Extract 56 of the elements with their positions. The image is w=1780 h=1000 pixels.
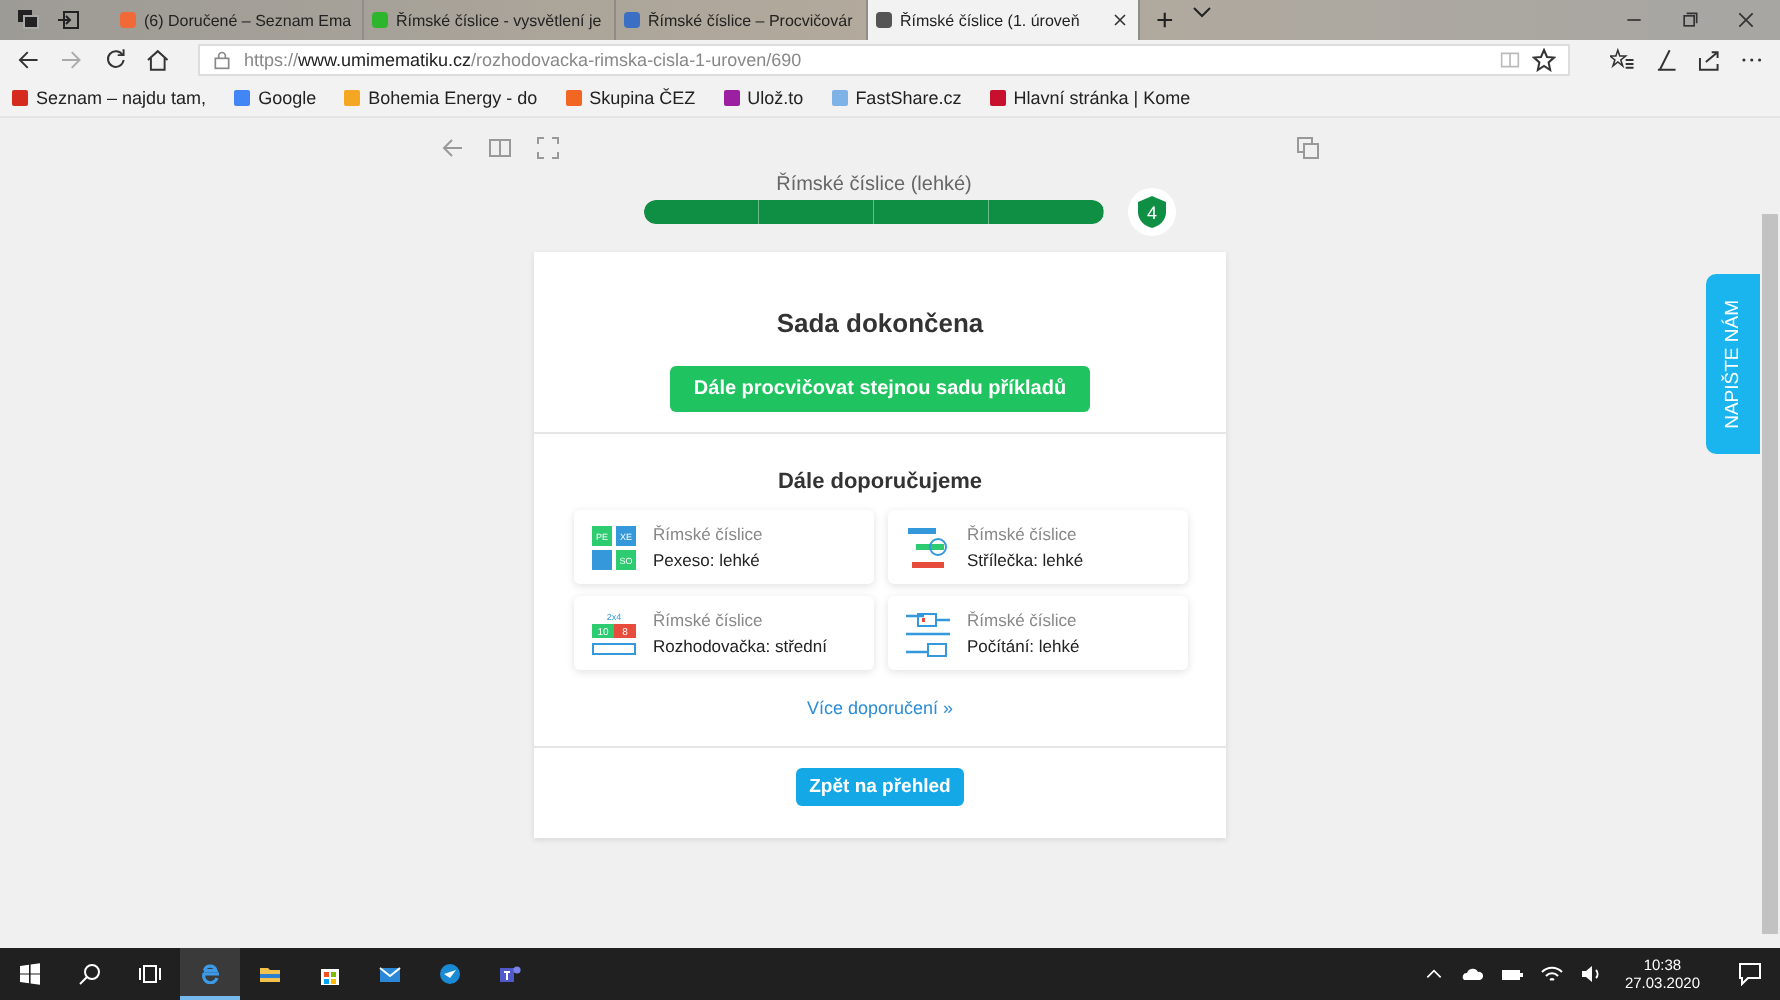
browser-tab[interactable]: Římské číslice (1. úroveň [868,0,1140,40]
bookmark-link[interactable]: FastShare.cz [831,88,962,108]
back-arrow-icon [16,48,40,72]
search-icon [78,962,102,986]
reading-view-icon [1500,50,1520,70]
card-title: Střílečka: lehké [967,550,1084,570]
recommendation-card[interactable]: Římské číslice Počítání: lehké [887,596,1187,670]
forward-arrow-icon [59,48,83,72]
card-title: Rozhodovačka: střední [653,636,827,656]
mail-icon [378,962,402,986]
task-view-icon [138,962,162,986]
bookmark-link[interactable]: Skupina ČEZ [565,88,696,108]
fullscreen-icon [536,136,560,160]
url-text: https://www.umimematiku.cz/rozhodovacka-rimska-cisla-1-uroven/690 [244,50,804,70]
card-topic: Římské číslice [967,524,1079,544]
copy-icon [1296,136,1320,160]
more-recommendations-link[interactable]: Více doporučení » [806,698,954,718]
level-badge: 4 [1128,188,1176,236]
home-icon [146,48,170,72]
card-topic: Římské číslice [653,524,763,544]
book-icon [488,136,512,160]
share-icon [1697,48,1721,72]
wifi-icon [1540,962,1565,986]
notification-icon [1738,962,1762,986]
card-title: Počítání: lehké [967,636,1080,656]
target-bars-icon [903,523,951,571]
card-topic: Římské číslice [653,610,765,630]
tab-aside-icon [56,8,80,32]
back-arrow-icon [440,136,464,160]
bookmark-link[interactable]: Seznam – najdu tam, [12,88,207,108]
bookmark-link[interactable]: Google [234,88,317,108]
counting-lines-icon [903,609,951,657]
card-topic: Římské číslice [967,610,1079,630]
bookmark-link[interactable]: Bohemia Energy - do [344,88,538,108]
windows-logo-icon [18,962,42,986]
browser-e-icon [198,960,222,984]
teams-icon [498,962,522,986]
new-tab-button[interactable]: + [1140,0,1190,40]
card-title: Pexeso: lehké [653,550,762,570]
recommend-heading: Dále doporučujeme [777,470,983,494]
restore-icon [1680,10,1700,30]
reload-icon [103,48,127,72]
recommendation-card[interactable]: Římské číslice Střílečka: lehké [887,510,1187,584]
close-icon [1110,10,1130,30]
star-icon [1532,48,1556,72]
lock-icon [212,50,232,70]
bookmark-link[interactable]: Hlavní stránka | Kome [989,88,1191,108]
window-stack-icon [16,8,40,32]
scrollbar-thumb[interactable] [1762,214,1778,934]
completion-heading: Sada dokončena [776,308,984,338]
favorites-list-icon [1610,48,1634,72]
address-bar[interactable]: https://www.umimematiku.cz/rozhodovacka-rimska-cisla-1-uroven/690 [198,44,1570,76]
folder-icon [258,962,282,986]
progress-title: Římské číslice (lehké) [776,174,972,196]
close-icon [1736,10,1756,30]
bookmark-link[interactable]: Ulož.to [723,88,804,108]
